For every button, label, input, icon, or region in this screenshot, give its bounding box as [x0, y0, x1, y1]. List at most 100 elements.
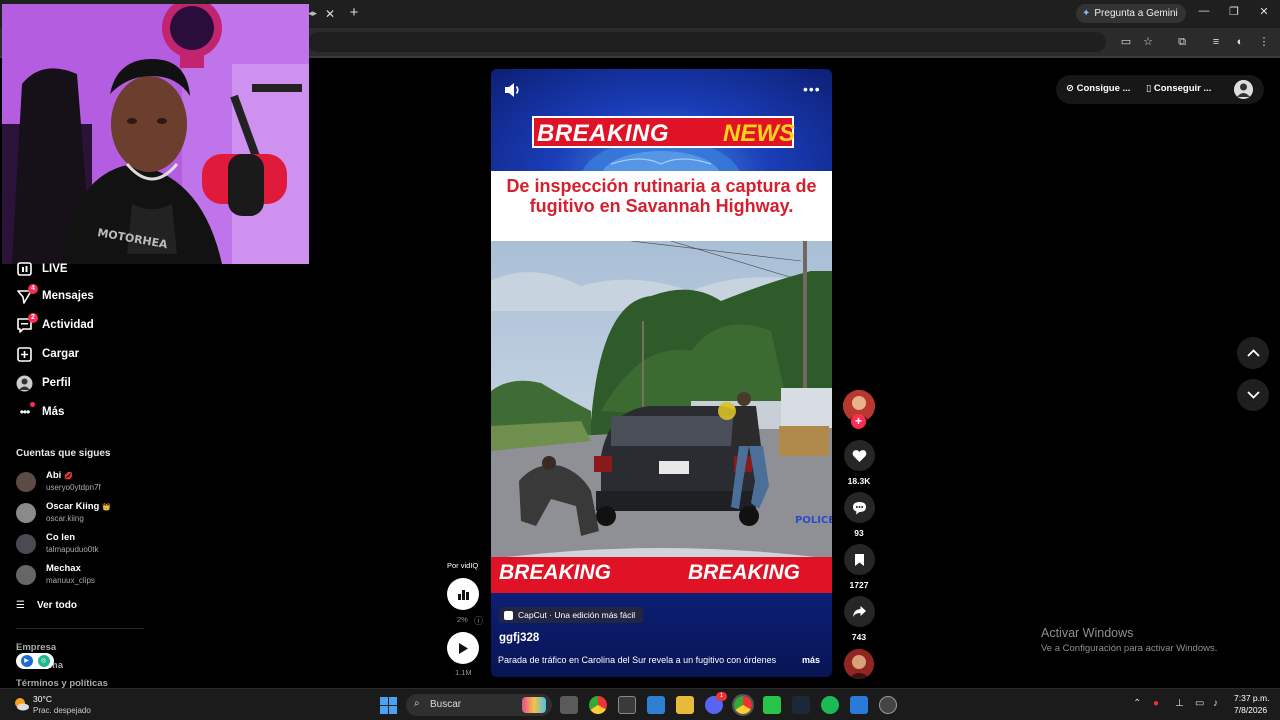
- kiss-emoji-icon: 💋: [63, 473, 73, 480]
- footer-company-link[interactable]: Empresa: [16, 642, 56, 653]
- weather-sun-icon[interactable]: [12, 695, 30, 713]
- windows-start-icon[interactable]: [380, 697, 397, 714]
- video-headline: De inspección rutinaria a captura de fug…: [506, 176, 817, 216]
- vidiq-percent: 2%: [457, 615, 468, 624]
- following-account[interactable]: Mechax manuux_clips: [16, 562, 146, 588]
- cast-icon[interactable]: ▭: [1118, 34, 1134, 50]
- get-coins-button[interactable]: ⊘ Consigue ...: [1066, 83, 1130, 94]
- profile-icon[interactable]: ◐: [1232, 34, 1248, 50]
- crown-emoji-icon: 👑: [101, 504, 111, 511]
- extension-bubble[interactable]: ▶ ◎: [16, 653, 54, 669]
- save-button[interactable]: [844, 544, 875, 575]
- more-description-button[interactable]: más: [802, 655, 820, 665]
- capcut-tag[interactable]: CapCut · Una edición más fácil: [499, 607, 644, 623]
- see-all-link[interactable]: ☰ Ver todo: [16, 598, 77, 612]
- vidiq-play-button[interactable]: [447, 632, 479, 664]
- chrome-active-icon[interactable]: [732, 694, 754, 716]
- microphone-icon[interactable]: ⊥: [1175, 698, 1184, 709]
- volume-icon[interactable]: [503, 81, 523, 99]
- search-placeholder: Buscar: [430, 699, 462, 710]
- chrome-icon[interactable]: [589, 696, 607, 714]
- account-avatar: [16, 503, 36, 523]
- share-button[interactable]: [844, 596, 875, 627]
- search-highlight-icon: [522, 697, 546, 713]
- music-disc-icon[interactable]: [844, 649, 874, 679]
- obs-icon[interactable]: [879, 696, 897, 714]
- video-top-banner: ••• BREAKING NEWS: [491, 69, 832, 171]
- next-video-button[interactable]: [1237, 379, 1269, 411]
- address-field[interactable]: [308, 32, 1106, 52]
- see-all-label: Ver todo: [36, 599, 77, 611]
- tray-chevron-up-icon[interactable]: ⌃: [1133, 698, 1141, 709]
- file-explorer-icon[interactable]: [676, 696, 694, 714]
- left-sidebar: LIVE 4 Mensajes 2 Actividad Cargar Perfi…: [0, 258, 150, 689]
- following-account[interactable]: Oscar Kiing 👑 oscar.kiing: [16, 500, 146, 526]
- more-icon: •••: [16, 401, 35, 421]
- browser-menu-icon[interactable]: ⋮: [1256, 34, 1272, 50]
- share-count: 743: [851, 632, 867, 642]
- close-window-button[interactable]: ✕: [1253, 5, 1275, 21]
- network-icon[interactable]: ▭: [1195, 698, 1204, 709]
- notepad-icon[interactable]: [850, 696, 868, 714]
- sidebar-item-profile[interactable]: Perfil: [16, 372, 146, 394]
- info-icon[interactable]: ⓘ: [474, 614, 483, 627]
- vidiq-stats-button[interactable]: [447, 578, 479, 610]
- task-view-icon[interactable]: [560, 696, 578, 714]
- news-word: NEWS: [723, 120, 795, 147]
- maximize-button[interactable]: ❐: [1223, 5, 1245, 21]
- close-tab-button[interactable]: ✕: [322, 6, 338, 22]
- ask-gemini-button[interactable]: ✦ Pregunta a Gemini: [1076, 4, 1186, 23]
- follow-plus-button[interactable]: +: [851, 414, 866, 429]
- sidebar-item-activity[interactable]: 2 Actividad: [16, 312, 146, 336]
- capcut-label: CapCut · Una edición más fácil: [518, 610, 636, 620]
- media-control-icon[interactable]: ≡: [1208, 34, 1224, 50]
- green-app-icon[interactable]: [763, 696, 781, 714]
- following-account[interactable]: Co len talmapuduo0tk: [16, 531, 146, 557]
- account-name: Mechax: [46, 563, 81, 574]
- activate-windows-title: Activar Windows: [1041, 626, 1134, 640]
- previous-video-button[interactable]: [1237, 337, 1269, 369]
- tray-app-icon[interactable]: ●: [1153, 698, 1159, 709]
- sidebar-item-upload[interactable]: Cargar: [16, 343, 146, 365]
- sidebar-item-messages[interactable]: 4 Mensajes: [16, 283, 146, 307]
- comment-count: 93: [854, 528, 864, 538]
- comment-button[interactable]: [844, 492, 875, 523]
- bookmark-star-icon[interactable]: ☆: [1140, 34, 1156, 50]
- user-avatar[interactable]: [1234, 80, 1253, 99]
- account-avatar: [16, 472, 36, 492]
- like-count: 18.3K: [847, 476, 871, 486]
- ticker-breaking-right: BREAKING: [688, 561, 801, 584]
- speaker-icon[interactable]: ♪: [1213, 698, 1218, 709]
- gemini-spark-icon: ✦: [1082, 8, 1091, 19]
- sidebar-item-label: Perfil: [42, 377, 71, 389]
- clock-date[interactable]: 7/8/2026: [1234, 705, 1267, 715]
- get-app-button[interactable]: ▯ Conseguir ...: [1146, 83, 1211, 94]
- headline-box: De inspección rutinaria a captura de fug…: [491, 171, 832, 241]
- video-player[interactable]: ••• BREAKING NEWS De inspección rutinari…: [491, 69, 832, 677]
- video-author[interactable]: ggfj328: [499, 632, 539, 644]
- view-count: 1.1M: [455, 668, 472, 677]
- top-right-actions: ⊘ Consigue ... ▯ Conseguir ...: [1056, 75, 1264, 104]
- video-more-options[interactable]: •••: [803, 81, 821, 97]
- following-account[interactable]: Abi 💋 useryo0ytdpn7f: [16, 469, 146, 495]
- sidebar-item-label: Actividad: [42, 319, 94, 331]
- chevron-up-icon: [1246, 349, 1260, 357]
- minimize-button[interactable]: —: [1193, 5, 1215, 21]
- search-icon: ⌕: [414, 698, 420, 709]
- taskbar-search[interactable]: ⌕ Buscar: [406, 694, 552, 716]
- extension-icon-green: ◎: [37, 655, 50, 667]
- heart-icon: [852, 449, 867, 462]
- capcut-icon: [504, 610, 513, 620]
- like-button[interactable]: [844, 440, 875, 471]
- extensions-icon[interactable]: ⧉: [1174, 34, 1190, 50]
- clock-time[interactable]: 7:37 p.m.: [1234, 693, 1269, 703]
- spotify-icon[interactable]: [821, 696, 839, 714]
- sidebar-item-more[interactable]: ••• Más: [16, 401, 146, 423]
- tab-audio-icon[interactable]: ◂▸: [308, 8, 317, 19]
- app-icon-hex[interactable]: [618, 696, 636, 714]
- photos-icon[interactable]: [647, 696, 665, 714]
- steam-icon[interactable]: [792, 696, 810, 714]
- sidebar-item-live[interactable]: LIVE: [16, 258, 146, 280]
- new-tab-button[interactable]: +: [346, 4, 362, 22]
- screen: ◂▸ ✕ + ✦ Pregunta a Gemini — ❐ ✕ ▭ ☆ ⧉ ≡ …: [0, 0, 1280, 720]
